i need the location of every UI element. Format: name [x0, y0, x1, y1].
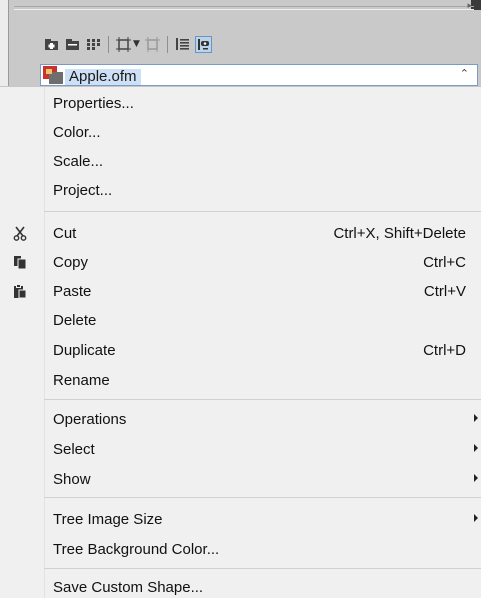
menu-item-tree-image-size[interactable]: Tree Image Size	[0, 505, 481, 534]
frame-faded-icon[interactable]	[144, 36, 161, 53]
menu-item-shortcut: Ctrl+V	[423, 283, 466, 300]
menu-item-shortcut: Ctrl+D	[423, 342, 466, 359]
menu-separator	[44, 568, 481, 569]
submenu-arrow-icon	[474, 474, 478, 482]
submenu-arrow-icon	[474, 514, 478, 522]
frame-icon[interactable]	[115, 36, 132, 53]
menu-separator	[44, 399, 481, 400]
menu-item-shortcut: Ctrl+C	[423, 254, 466, 271]
menu-item-label: Project...	[53, 182, 113, 199]
menu-item-properties[interactable]: Properties...	[0, 89, 481, 118]
scissors-icon	[12, 225, 28, 241]
menu-item-project[interactable]: Project...	[0, 176, 481, 205]
tree-item-label: Apple.ofm	[65, 69, 141, 85]
list-icon[interactable]	[174, 36, 191, 53]
menu-item-label: Tree Image Size	[53, 511, 163, 528]
context-menu: Properties... Color... Scale... Project.…	[0, 86, 481, 598]
splitter-arrow-icon: ▸	[467, 1, 472, 11]
menu-item-cut[interactable]: Cut Ctrl+X, Shift+Delete	[0, 219, 481, 248]
menu-item-operations[interactable]: Operations	[0, 405, 481, 434]
menu-item-scale[interactable]: Scale...	[0, 147, 481, 176]
background-panel: ▸ ▼ Apple.ofm ⌃	[0, 0, 481, 86]
menu-item-label: Cut	[53, 225, 77, 242]
grid-icon[interactable]	[85, 36, 102, 53]
submenu-arrow-icon	[474, 414, 478, 422]
menu-separator	[44, 211, 481, 212]
menu-item-label: Select	[53, 441, 95, 458]
paste-icon	[12, 283, 28, 299]
submenu-arrow-icon	[474, 444, 478, 452]
eye-view-icon[interactable]	[194, 35, 212, 53]
menu-item-label: Operations	[53, 411, 127, 428]
menu-separator	[44, 497, 481, 498]
panel-splitter[interactable]: ▸	[14, 1, 474, 11]
tree-item-selected[interactable]: Apple.ofm ⌃	[40, 64, 478, 86]
menu-item-label: Save Custom Shape...	[53, 579, 204, 596]
menu-item-copy[interactable]: Copy Ctrl+C	[0, 248, 481, 277]
tree-toolbar: ▼	[39, 30, 481, 58]
menu-item-label: Show	[53, 471, 91, 488]
menu-item-label: Properties...	[53, 95, 134, 112]
menu-item-tree-background-color[interactable]: Tree Background Color...	[0, 535, 481, 564]
menu-item-delete[interactable]: Delete	[0, 306, 481, 335]
menu-item-select[interactable]: Select	[0, 435, 481, 464]
chevron-up-icon[interactable]: ⌃	[460, 67, 469, 80]
dropdown-arrow-icon[interactable]: ▼	[133, 39, 140, 49]
menu-item-label: Color...	[53, 124, 101, 141]
folder-icon[interactable]	[64, 36, 81, 53]
left-dock-strip	[0, 0, 9, 86]
model-file-icon	[43, 66, 63, 84]
menu-item-label: Scale...	[53, 153, 104, 170]
toolbar-separator	[108, 35, 109, 53]
menu-item-color[interactable]: Color...	[0, 118, 481, 147]
menu-item-label: Paste	[53, 283, 92, 300]
menu-item-show[interactable]: Show	[0, 465, 481, 494]
menu-item-rename[interactable]: Rename	[0, 366, 481, 395]
toolbar-separator	[166, 35, 168, 53]
menu-item-label: Tree Background Color...	[53, 541, 220, 558]
menu-item-label: Duplicate	[53, 342, 116, 359]
add-folder-icon[interactable]	[43, 36, 60, 53]
menu-item-paste[interactable]: Paste Ctrl+V	[0, 277, 481, 306]
menu-item-label: Delete	[53, 312, 97, 329]
menu-item-shortcut: Ctrl+X, Shift+Delete	[333, 225, 466, 242]
menu-item-label: Copy	[53, 254, 89, 271]
copy-icon	[12, 254, 28, 270]
menu-item-label: Rename	[53, 372, 110, 389]
menu-item-duplicate[interactable]: Duplicate Ctrl+D	[0, 336, 481, 365]
